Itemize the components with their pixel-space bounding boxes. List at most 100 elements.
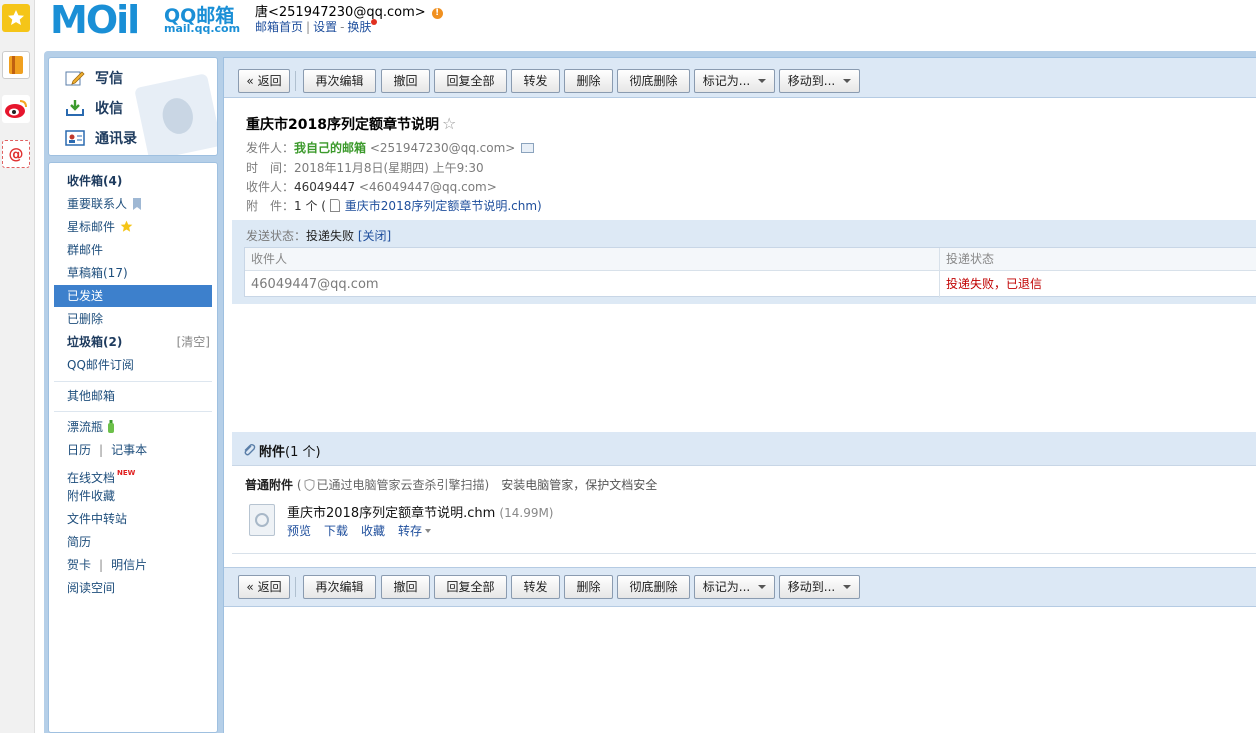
folder-sent[interactable]: 已发送 (54, 285, 212, 307)
file-transfer-link[interactable]: 文件中转站 (54, 508, 212, 530)
warning-icon[interactable]: ! (431, 8, 443, 19)
scan-close-paren: ) (484, 478, 490, 492)
edit-again-button[interactable]: 再次编辑 (303, 575, 376, 599)
logo-url: mail.qq.com (164, 22, 241, 35)
folder-important-contacts[interactable]: 重要联系人 (54, 193, 212, 215)
back-button[interactable]: « 返回 (238, 69, 290, 93)
calendar-link[interactable]: 日历 (67, 443, 91, 457)
receive-button[interactable]: 收信 (65, 98, 123, 118)
attachments-title: 附件(1 个) (259, 441, 321, 460)
folder-subscriptions[interactable]: QQ邮件订阅 (54, 354, 212, 376)
chevron-down-icon (843, 79, 852, 83)
recall-button[interactable]: 撤回 (381, 69, 430, 93)
chevron-down-icon (843, 585, 852, 589)
time-row: 时 间：2018年11月8日(星期四) 上午9:30 (246, 159, 484, 176)
reply-all-button[interactable]: 回复全部 (434, 69, 507, 93)
postcard-link[interactable]: 明信片 (111, 558, 147, 572)
mail-view: « 返回 再次编辑 撤回 回复全部 转发 删除 彻底删除 标记为... 移动到.… (223, 57, 1256, 733)
mark-as-dropdown[interactable]: 标记为... (694, 575, 775, 599)
delete-permanently-button[interactable]: 彻底删除 (617, 575, 690, 599)
edit-again-button[interactable]: 再次编辑 (303, 69, 376, 93)
favorite-link[interactable]: 收藏 (361, 524, 385, 538)
file-actions: 预览 下载 收藏 转存 (287, 522, 432, 539)
scan-open-paren: ( (296, 478, 302, 492)
forward-button[interactable]: 转发 (511, 575, 560, 599)
qq-mail-window: @ MOil QQ邮箱 mail.qq.com 唐<251947230@qq.c… (0, 0, 1256, 733)
new-badge: NEW (117, 469, 136, 477)
folder-drafts[interactable]: 草稿箱(17) (54, 262, 212, 284)
recall-button[interactable]: 撤回 (381, 575, 430, 599)
col-recipient-header: 收件人 (251, 252, 288, 266)
folder-inbox[interactable]: 收件箱(4) (54, 170, 212, 192)
toolbar-divider (295, 71, 296, 91)
delete-button[interactable]: 删除 (564, 575, 613, 599)
delete-button[interactable]: 删除 (564, 69, 613, 93)
delete-permanently-button[interactable]: 彻底删除 (617, 69, 690, 93)
greeting-card-link[interactable]: 贺卡 (67, 558, 91, 572)
sender-address: <251947230@qq.com> (369, 141, 516, 155)
email-at-icon[interactable]: @ (2, 140, 30, 168)
favorites-star-icon[interactable] (2, 4, 30, 32)
recipient-name[interactable]: 46049447 (294, 180, 355, 194)
move-to-dropdown[interactable]: 移动到... (779, 69, 860, 93)
online-docs-link[interactable]: 在线文档 NEW (54, 462, 212, 485)
skin-link[interactable]: 换肤 (347, 20, 371, 34)
forward-button[interactable]: 转发 (511, 69, 560, 93)
chm-file-icon[interactable] (249, 504, 275, 536)
download-link[interactable]: 下载 (324, 524, 348, 538)
notepad-link[interactable]: 记事本 (111, 443, 147, 457)
file-size: (14.99M) (499, 506, 554, 520)
resume-link[interactable]: 简历 (54, 531, 212, 553)
move-to-dropdown[interactable]: 移动到... (779, 575, 860, 599)
mail-home-link[interactable]: 邮箱首页 (255, 20, 303, 34)
sender-row: 发件人：我自己的邮箱 <251947230@qq.com> (246, 139, 535, 156)
reply-all-button[interactable]: 回复全部 (434, 575, 507, 599)
back-button[interactable]: « 返回 (238, 575, 290, 599)
folder-group[interactable]: 群邮件 (54, 239, 212, 261)
weibo-icon[interactable] (2, 95, 30, 123)
online-docs-label: 在线文档 (67, 471, 116, 485)
notebook-icon[interactable] (2, 51, 30, 79)
mail-subject: 重庆市2018序列定额章节说明 ☆ (246, 114, 456, 134)
folder-other-mailbox[interactable]: 其他邮箱 (54, 385, 212, 407)
mark-as-dropdown[interactable]: 标记为... (694, 69, 775, 93)
mark-as-label: 标记为... (702, 74, 751, 88)
folder-list: 收件箱(4) 重要联系人 星标邮件 群邮件 草稿箱(17) 已发送 已删除 垃圾… (48, 162, 218, 733)
attachment-count: 1 个 ( (294, 199, 326, 213)
contacts-button[interactable]: 通讯录 (65, 128, 137, 148)
drift-bottle-link[interactable]: 漂流瓶 (54, 416, 212, 438)
attachment-favorites-link[interactable]: 附件收藏 (54, 485, 212, 507)
quick-nav: 写信 收信 通讯录 (48, 57, 218, 156)
link-separator: | (306, 20, 311, 34)
write-button[interactable]: 写信 (65, 68, 123, 88)
important-contacts-label: 重要联系人 (67, 197, 128, 211)
paperclip-icon (244, 443, 256, 456)
save-to-dropdown[interactable]: 转存 (398, 524, 432, 538)
app-strip: @ (0, 0, 35, 733)
contact-card-icon[interactable] (521, 143, 535, 153)
sender-name[interactable]: 我自己的邮箱 (294, 141, 366, 155)
folder-starred[interactable]: 星标邮件 (54, 216, 212, 238)
to-label: 收件人： (246, 180, 295, 194)
install-pc-manager-link[interactable]: 安装电脑管家，保护文档安全 (501, 478, 657, 492)
attachment-scan-row: 普通附件 (已通过电脑管家云查杀引擎扫描) 安装电脑管家，保护文档安全 (245, 476, 657, 493)
star-toggle-icon[interactable]: ☆ (442, 114, 456, 133)
folder-deleted[interactable]: 已删除 (54, 308, 212, 330)
settings-link[interactable]: 设置 (313, 20, 337, 34)
time-label: 时 间： (246, 161, 295, 175)
file-name-text[interactable]: 重庆市2018序列定额章节说明.chm (287, 506, 495, 521)
folder-spam[interactable]: 垃圾箱(2) [清空] (54, 331, 212, 353)
link-dash: - (340, 20, 345, 34)
preview-link[interactable]: 预览 (287, 524, 311, 538)
reading-space-link[interactable]: 阅读空间 (54, 577, 212, 599)
save-to-label: 转存 (398, 524, 423, 538)
close-status-link[interactable]: [关闭] (358, 229, 391, 243)
penguin-decoration-icon (134, 73, 217, 155)
recipient-row: 收件人：46049447 <46049447@qq.com> (246, 178, 497, 195)
document-icon (329, 199, 340, 212)
attachment-link[interactable]: 重庆市2018序列定额章节说明.chm (345, 199, 537, 213)
from-label: 发件人： (246, 141, 295, 155)
clear-spam-link[interactable]: [清空] (177, 331, 210, 353)
address-book-icon (65, 129, 85, 147)
bottle-icon (108, 420, 115, 433)
